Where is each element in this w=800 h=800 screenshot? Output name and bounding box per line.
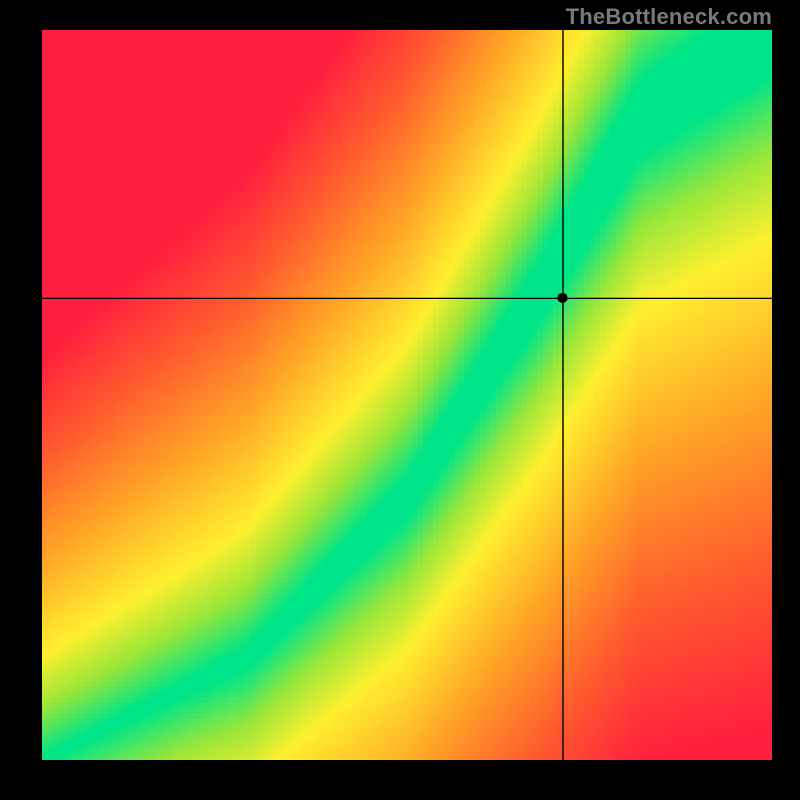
watermark-text: TheBottleneck.com xyxy=(566,4,772,30)
heatmap-plot xyxy=(42,30,772,760)
chart-frame: TheBottleneck.com xyxy=(0,0,800,800)
heatmap-canvas xyxy=(42,30,772,760)
